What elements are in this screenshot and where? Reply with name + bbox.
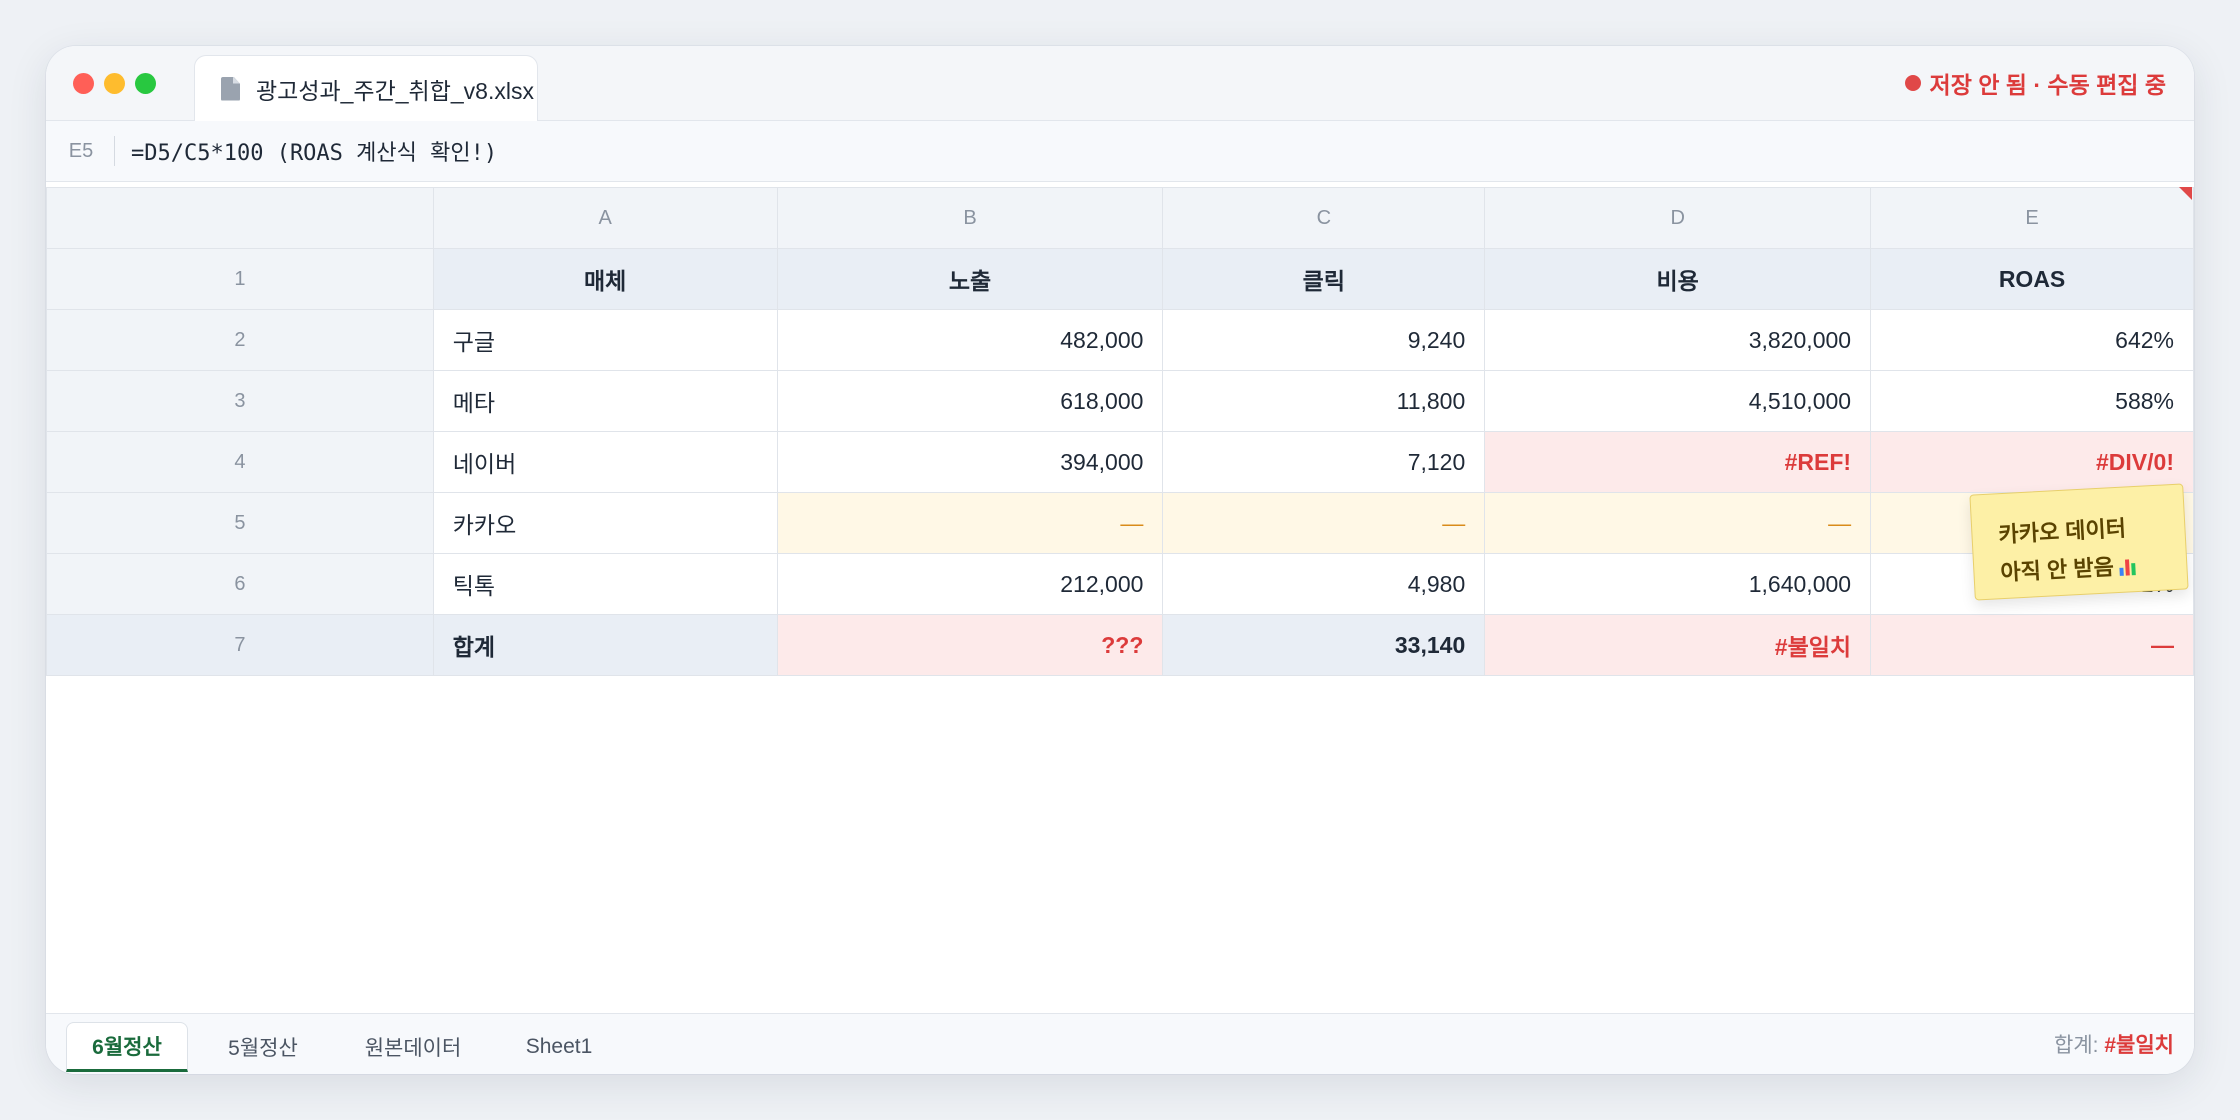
sheet-grid: A B C D E 1 매체 노출 클릭 비용 ROAS 2 구글 482,00… [46, 187, 2194, 676]
minimize-window-button[interactable] [104, 73, 125, 94]
sticky-note[interactable]: 카카오 데이터 아직 안 받음 [1969, 483, 2189, 601]
column-header[interactable]: E [1870, 187, 2194, 249]
error-cell[interactable]: #DIV/0! [1870, 431, 2194, 493]
cell[interactable]: 212,000 [776, 553, 1164, 615]
zoom-window-button[interactable] [135, 73, 156, 94]
table-row: 5 카카오 — — — — [46, 492, 2194, 554]
sum-label: 합계: [2054, 1034, 2099, 1057]
row-header[interactable]: 4 [46, 431, 434, 493]
cell[interactable]: 3,820,000 [1484, 309, 1872, 371]
cell-table: A B C D E 1 매체 노출 클릭 비용 ROAS 2 구글 482,00… [46, 187, 2194, 676]
document-icon [221, 76, 240, 101]
file-tab[interactable]: 광고성과_주간_취합_v8.xlsx [194, 55, 538, 121]
table-row: 4 네이버 394,000 7,120 #REF! #DIV/0! [46, 431, 2194, 493]
pending-cell[interactable]: — [1162, 492, 1486, 554]
cell[interactable]: 11,800 [1162, 370, 1486, 432]
sheet-tab-bar: 6월정산 5월정산 원본데이터 Sheet1 합계: #불일치 [46, 1013, 2194, 1074]
error-cell[interactable]: #불일치 [1484, 614, 1872, 676]
cell-reference[interactable]: E5 [48, 136, 115, 166]
row-header[interactable]: 6 [46, 553, 434, 615]
status-sum: 합계: #불일치 [2054, 1029, 2174, 1059]
header-cell[interactable]: 매체 [432, 248, 778, 310]
select-all-corner[interactable] [46, 187, 434, 249]
formula-bar: E5 =D5/C5*100 (ROAS 계산식 확인!) [46, 121, 2194, 182]
row-header[interactable]: 5 [46, 492, 434, 554]
error-cell[interactable]: ??? [776, 614, 1164, 676]
column-header-row: A B C D E [46, 187, 2194, 249]
cell[interactable]: 4,510,000 [1484, 370, 1872, 432]
cell[interactable]: 틱톡 [432, 553, 778, 615]
sheet-tab[interactable]: 원본데이터 [338, 1022, 488, 1072]
row-header[interactable]: 1 [46, 248, 434, 310]
header-cell[interactable]: 클릭 [1162, 248, 1486, 310]
error-cell[interactable]: — [1870, 614, 2194, 676]
table-row: 2 구글 482,000 9,240 3,820,000 642% [46, 309, 2194, 371]
cell[interactable]: 9,240 [1162, 309, 1486, 371]
cell[interactable]: 1,640,000 [1484, 553, 1872, 615]
bar-chart-icon [2119, 555, 2140, 576]
total-label-cell[interactable]: 합계 [432, 614, 778, 676]
save-status-text: 저장 안 됨 · 수동 편집 중 [1929, 72, 2166, 98]
comment-indicator-icon[interactable] [2179, 187, 2192, 200]
table-row: 6 틱톡 212,000 4,980 1,640,000 531% [46, 553, 2194, 615]
cell[interactable]: 7,120 [1162, 431, 1486, 493]
error-cell[interactable]: #REF! [1484, 431, 1872, 493]
cell[interactable]: 642% [1870, 309, 2194, 371]
total-cell[interactable]: 33,140 [1162, 614, 1486, 676]
header-cell[interactable]: 노출 [776, 248, 1164, 310]
title-bar: 광고성과_주간_취합_v8.xlsx 저장 안 됨 · 수동 편집 중 [46, 46, 2194, 121]
column-header[interactable]: A [432, 187, 778, 249]
close-window-button[interactable] [73, 73, 94, 94]
pending-cell[interactable]: — [776, 492, 1164, 554]
header-cell[interactable]: ROAS [1870, 248, 2194, 310]
column-header[interactable]: C [1162, 187, 1486, 249]
row-header[interactable]: 2 [46, 309, 434, 371]
column-header[interactable]: D [1484, 187, 1872, 249]
pending-cell[interactable]: — [1484, 492, 1872, 554]
row-header[interactable]: 3 [46, 370, 434, 432]
spreadsheet-window: 광고성과_주간_취합_v8.xlsx 저장 안 됨 · 수동 편집 중 E5 =… [46, 46, 2194, 1074]
cell[interactable]: 메타 [432, 370, 778, 432]
unsaved-dot-icon [1904, 75, 1921, 91]
row-header[interactable]: 7 [46, 614, 434, 676]
table-header-row: 1 매체 노출 클릭 비용 ROAS [46, 248, 2194, 310]
cell[interactable]: 구글 [432, 309, 778, 371]
total-row: 7 합계 ??? 33,140 #불일치 — [46, 614, 2194, 676]
formula-input[interactable]: =D5/C5*100 (ROAS 계산식 확인!) [131, 135, 497, 167]
sticky-note-text: 아직 안 받음 [1999, 554, 2115, 586]
column-header[interactable]: B [776, 187, 1164, 249]
table-row: 3 메타 618,000 11,800 4,510,000 588% [46, 370, 2194, 432]
file-name: 광고성과_주간_취합_v8.xlsx [256, 77, 534, 104]
cell[interactable]: 618,000 [776, 370, 1164, 432]
sheet-tab[interactable]: 6월정산 [66, 1022, 188, 1072]
cell[interactable]: 카카오 [432, 492, 778, 554]
sheet-tab[interactable]: Sheet1 [504, 1022, 614, 1072]
cell[interactable]: 588% [1870, 370, 2194, 432]
cell[interactable]: 394,000 [776, 431, 1164, 493]
cell[interactable]: 482,000 [776, 309, 1164, 371]
sum-value: #불일치 [2104, 1034, 2174, 1057]
sheet-tab[interactable]: 5월정산 [208, 1022, 318, 1072]
cell[interactable]: 4,980 [1162, 553, 1486, 615]
cell[interactable]: 네이버 [432, 431, 778, 493]
header-cell[interactable]: 비용 [1484, 248, 1872, 310]
save-status: 저장 안 됨 · 수동 편집 중 [1904, 66, 2166, 100]
